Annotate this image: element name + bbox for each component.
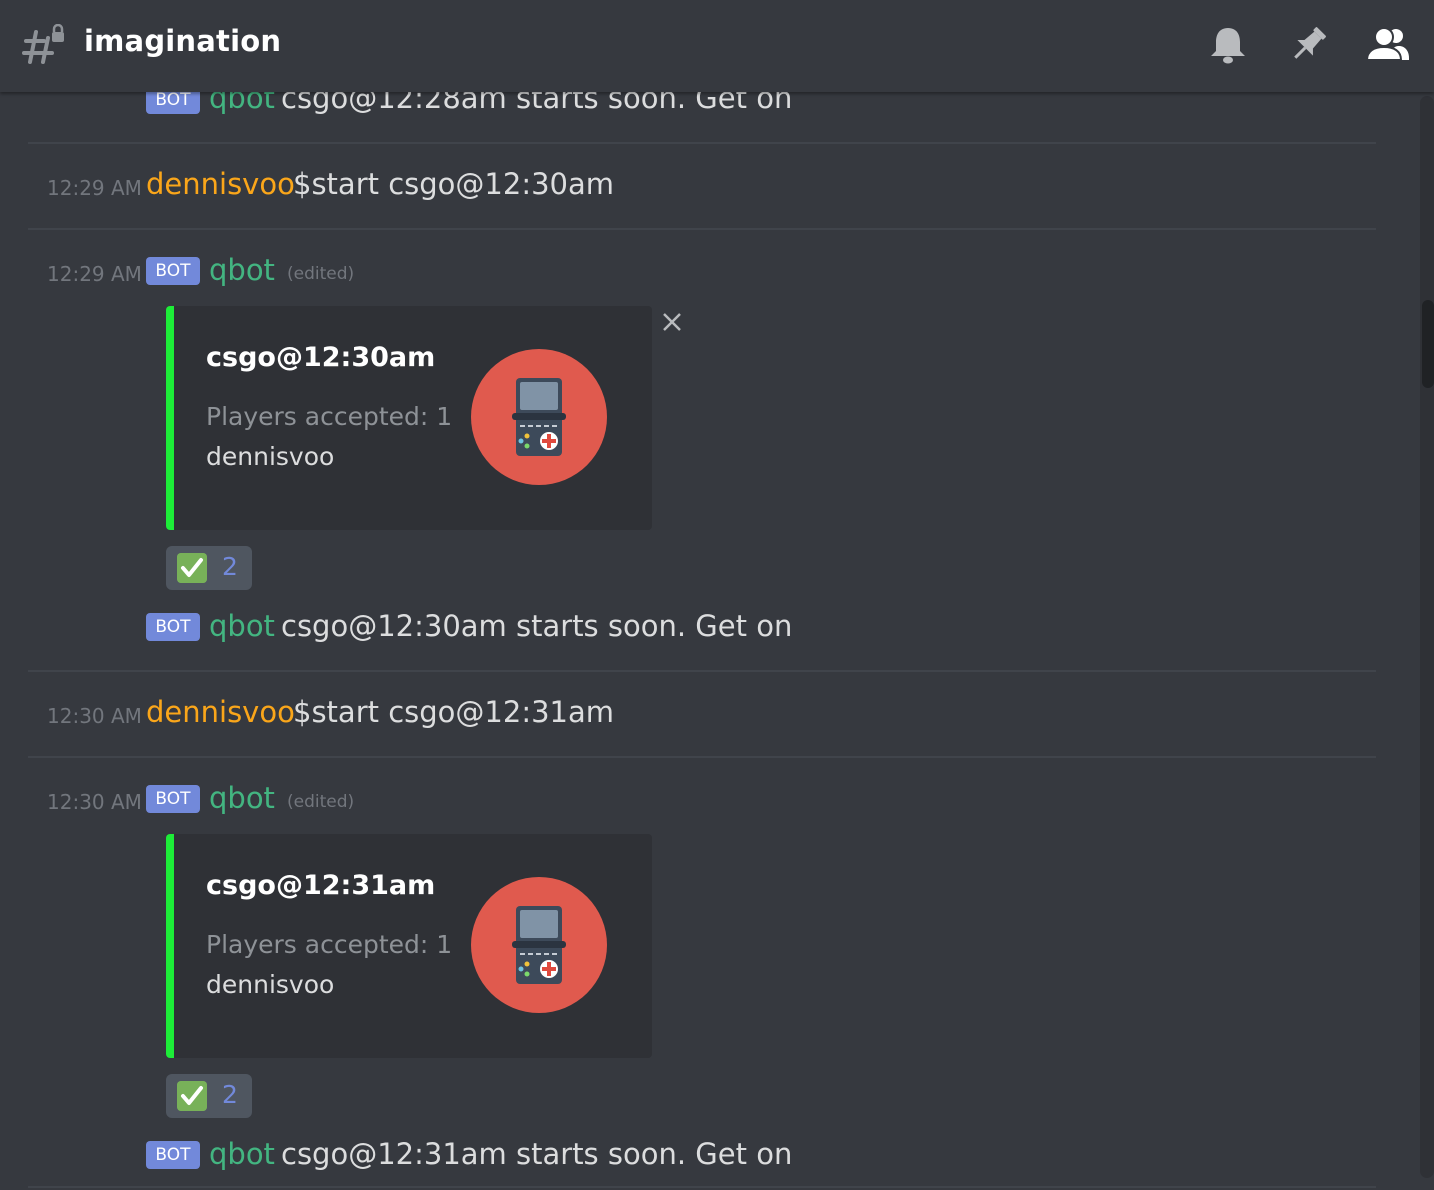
scrollbar-thumb[interactable]: [1422, 300, 1434, 388]
message-divider: [28, 670, 1376, 672]
reaction-button[interactable]: 2: [166, 1074, 252, 1118]
channel-header: imagination: [0, 0, 1434, 92]
bot-tag: BOT: [146, 785, 200, 813]
username-qbot[interactable]: qbot: [209, 92, 275, 115]
reaction-button[interactable]: 2: [166, 546, 252, 590]
reaction-count: 2: [222, 552, 238, 581]
handheld-game-console-icon[interactable]: [464, 870, 614, 1020]
bot-tag: BOT: [146, 1141, 200, 1169]
embed-color-bar: [166, 306, 174, 530]
username-dennisvoo[interactable]: dennisvoo: [146, 695, 295, 729]
embed-card: csgo@12:31am Players accepted: 1 dennisv…: [166, 834, 652, 1058]
timestamp: 12:30 AM: [47, 790, 142, 814]
username-qbot[interactable]: qbot: [209, 253, 275, 287]
timestamp: 12:29 AM: [47, 176, 142, 200]
edited-label: (edited): [287, 792, 355, 812]
embed-player-name: dennisvoo: [206, 970, 335, 999]
channel-name: imagination: [84, 24, 282, 58]
message-text: csgo@12:28am starts soon. Get on: [281, 92, 793, 115]
members-icon[interactable]: [1366, 24, 1410, 66]
message-divider: [28, 1186, 1376, 1188]
white-check-mark-icon: [177, 1081, 207, 1111]
message-text: $start csgo@12:31am: [293, 695, 615, 729]
scrollbar-track[interactable]: [1420, 96, 1434, 1178]
message-divider: [28, 756, 1376, 758]
channel-lock-hash-icon: [22, 24, 64, 64]
message-text: csgo@12:31am starts soon. Get on: [281, 1137, 793, 1171]
embed-players-accepted: Players accepted: 1: [206, 930, 453, 959]
bot-tag: BOT: [146, 613, 200, 641]
username-qbot[interactable]: qbot: [209, 609, 275, 643]
pin-icon[interactable]: [1286, 24, 1330, 66]
embed-player-name: dennisvoo: [206, 442, 335, 471]
embed-title: csgo@12:30am: [206, 342, 436, 373]
edited-label: (edited): [287, 264, 355, 284]
message-text: csgo@12:30am starts soon. Get on: [281, 609, 793, 643]
message-divider: [28, 142, 1376, 144]
embed-title: csgo@12:31am: [206, 870, 436, 901]
timestamp: 12:29 AM: [47, 262, 142, 286]
bell-icon[interactable]: [1206, 24, 1250, 66]
message-list[interactable]: BOT qbot csgo@12:28am starts soon. Get o…: [0, 92, 1420, 1190]
embed-players-accepted: Players accepted: 1: [206, 402, 453, 431]
embed-card: csgo@12:30am Players accepted: 1 dennisv…: [166, 306, 652, 530]
white-check-mark-icon: [177, 553, 207, 583]
embed-color-bar: [166, 834, 174, 1058]
message-text: $start csgo@12:30am: [293, 167, 615, 201]
message-divider: [28, 228, 1376, 230]
username-qbot[interactable]: qbot: [209, 1137, 275, 1171]
timestamp: 12:30 AM: [47, 704, 142, 728]
username-qbot[interactable]: qbot: [209, 781, 275, 815]
handheld-game-console-icon[interactable]: [464, 342, 614, 492]
username-dennisvoo[interactable]: dennisvoo: [146, 167, 295, 201]
bot-tag: BOT: [146, 92, 200, 114]
reaction-count: 2: [222, 1080, 238, 1109]
close-icon[interactable]: [660, 310, 684, 334]
bot-tag: BOT: [146, 257, 200, 285]
